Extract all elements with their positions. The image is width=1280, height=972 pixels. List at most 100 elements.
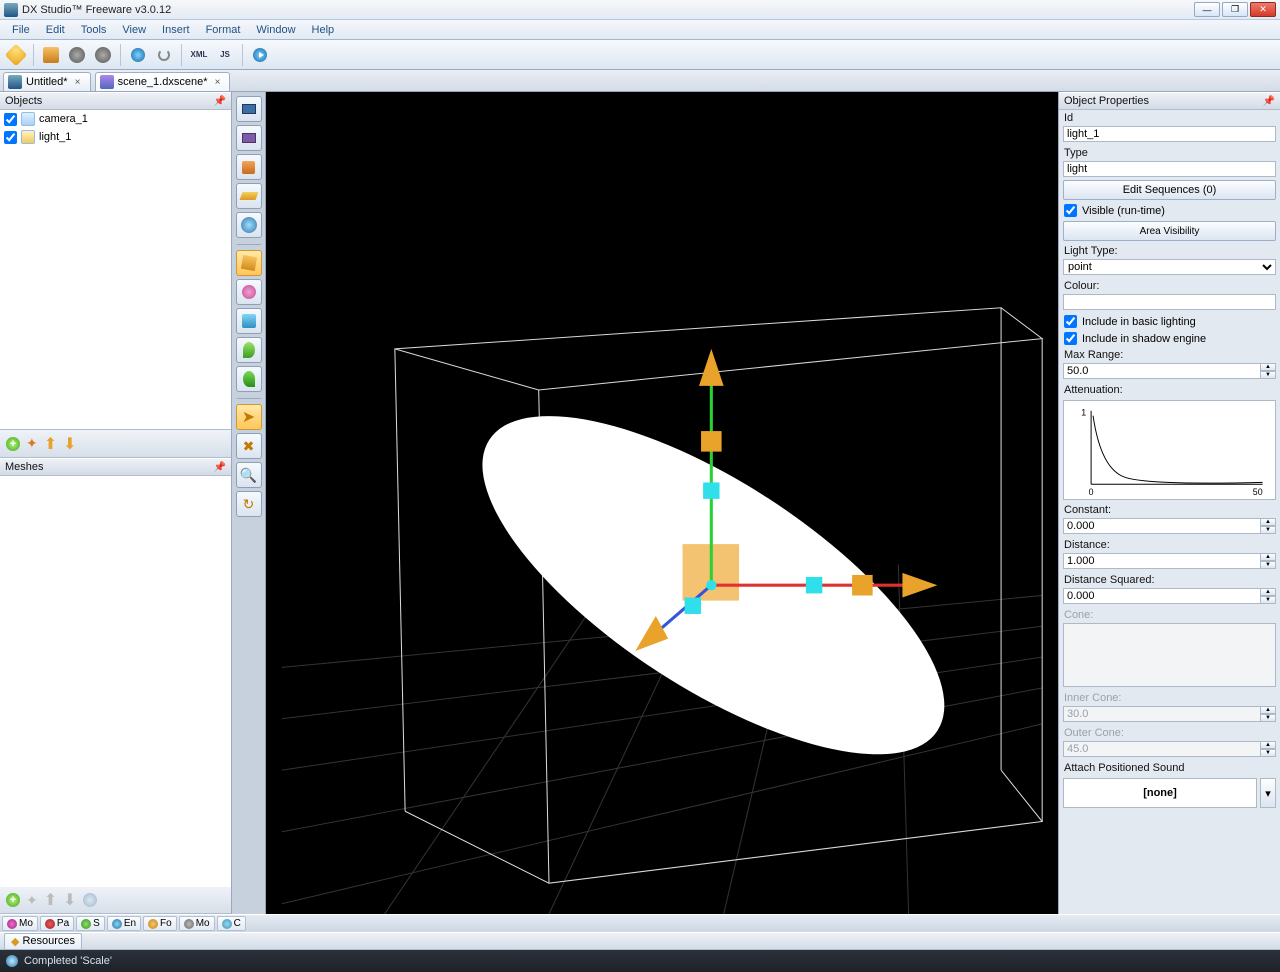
minimize-button[interactable]: — — [1194, 2, 1220, 17]
vtool-select-arrow-icon[interactable]: ➤ — [236, 404, 262, 430]
vtool-monitor-icon[interactable] — [236, 125, 262, 151]
id-field[interactable] — [1063, 126, 1276, 142]
object-visibility-checkbox[interactable] — [4, 113, 17, 126]
toolbar-separator — [120, 44, 121, 66]
distance-sq-field[interactable]: ▲▼ — [1063, 588, 1276, 604]
toolbar-gear1-icon[interactable] — [65, 43, 89, 67]
chevron-down-icon[interactable]: ▾ — [1260, 778, 1276, 808]
resources-icon: ◆ — [11, 935, 19, 948]
btab-item[interactable]: C — [217, 916, 246, 931]
add-object-icon[interactable]: + — [6, 437, 20, 451]
distance-field[interactable]: ▲▼ — [1063, 553, 1276, 569]
btab-item[interactable]: Mo — [179, 916, 215, 931]
object-row[interactable]: camera_1 — [0, 110, 231, 128]
bottom-tab-strip: Mo Pa S En Fo Mo C — [0, 914, 1280, 932]
menu-help[interactable]: Help — [304, 22, 343, 38]
spinner[interactable]: ▲▼ — [1260, 588, 1276, 604]
toolbar-wand-icon[interactable] — [4, 43, 28, 67]
toolbar-globe-icon[interactable] — [126, 43, 150, 67]
vtool-globe-icon[interactable] — [236, 212, 262, 238]
colour-swatch[interactable] — [1063, 294, 1276, 310]
toolbar-box-icon[interactable] — [39, 43, 63, 67]
globe-icon[interactable] — [83, 893, 97, 907]
add-mesh-icon[interactable]: + — [6, 893, 20, 907]
vtool-leaf2-icon[interactable] — [236, 366, 262, 392]
toolbar-xml-icon[interactable]: XML — [187, 43, 211, 67]
meshes-toolbar: + ✦ ⬆ ⬇ — [0, 886, 231, 914]
svg-text:0: 0 — [1089, 487, 1094, 497]
include-shadow-checkbox[interactable] — [1064, 332, 1077, 345]
toolbar-play-icon[interactable] — [248, 43, 272, 67]
menu-file[interactable]: File — [4, 22, 38, 38]
vtool-move-icon[interactable]: ✖ — [236, 433, 262, 459]
toolbar-refresh-icon[interactable] — [152, 43, 176, 67]
workspace: Objects 📌 camera_1 light_1 + ✦ ⬆ ⬇ Meshe… — [0, 92, 1280, 914]
include-basic-checkbox[interactable] — [1064, 315, 1077, 328]
pin-icon[interactable]: 📌 — [1263, 96, 1275, 107]
light-icon — [21, 130, 35, 144]
close-icon[interactable]: × — [72, 76, 84, 88]
menu-view[interactable]: View — [114, 22, 154, 38]
toolbar-js-icon[interactable]: JS — [213, 43, 237, 67]
vtool-cube-icon[interactable] — [236, 250, 262, 276]
resources-tab[interactable]: ◆ Resources — [4, 933, 82, 950]
menu-format[interactable]: Format — [198, 22, 249, 38]
close-button[interactable]: ✕ — [1250, 2, 1276, 17]
spinner[interactable]: ▲▼ — [1260, 363, 1276, 379]
colour-label: Colour: — [1059, 278, 1280, 294]
vtool-package-icon[interactable] — [236, 154, 262, 180]
tool-icon[interactable]: ✦ — [26, 892, 38, 909]
area-visibility-button[interactable]: Area Visibility — [1063, 221, 1276, 241]
maximize-button[interactable]: ❐ — [1222, 2, 1248, 17]
vtool-sphere-icon[interactable] — [236, 279, 262, 305]
menu-insert[interactable]: Insert — [154, 22, 198, 38]
pin-icon[interactable]: 📌 — [214, 96, 226, 107]
spinner: ▲▼ — [1260, 741, 1276, 757]
toolbar-gear2-icon[interactable] — [91, 43, 115, 67]
btab-item[interactable]: En — [107, 916, 141, 931]
object-row[interactable]: light_1 — [0, 128, 231, 146]
attenuation-graph[interactable]: 1 0 50 — [1063, 400, 1276, 500]
arrow-up-icon[interactable]: ⬆ — [44, 434, 57, 454]
arrow-up-icon[interactable]: ⬆ — [44, 890, 57, 910]
spinner: ▲▼ — [1260, 706, 1276, 722]
vtool-screen-icon[interactable] — [236, 96, 262, 122]
objects-header[interactable]: Objects 📌 — [0, 92, 231, 110]
btab-item[interactable]: Mo — [2, 916, 38, 931]
vtool-leaf-icon[interactable] — [236, 337, 262, 363]
meshes-header[interactable]: Meshes 📌 — [0, 458, 231, 476]
btab-item[interactable]: S — [76, 916, 105, 931]
menubar: File Edit Tools View Insert Format Windo… — [0, 20, 1280, 40]
menu-tools[interactable]: Tools — [73, 22, 115, 38]
btab-item[interactable]: Fo — [143, 916, 177, 931]
document-tabs: Untitled* × scene_1.dxscene* × — [0, 70, 1280, 92]
vtool-zoom-icon[interactable]: 🔍 — [236, 462, 262, 488]
close-icon[interactable]: × — [211, 76, 223, 88]
visible-runtime-checkbox[interactable] — [1064, 204, 1077, 217]
arrow-down-icon[interactable]: ⬇ — [63, 434, 76, 454]
include-basic-label: Include in basic lighting — [1082, 316, 1196, 328]
max-range-field[interactable]: ▲▼ — [1063, 363, 1276, 379]
vtool-box2-icon[interactable] — [236, 308, 262, 334]
btab-item[interactable]: Pa — [40, 916, 74, 931]
spinner[interactable]: ▲▼ — [1260, 518, 1276, 534]
properties-header[interactable]: Object Properties 📌 — [1059, 92, 1280, 110]
tab-scene1[interactable]: scene_1.dxscene* × — [95, 72, 231, 91]
type-field[interactable] — [1063, 161, 1276, 177]
tab-untitled[interactable]: Untitled* × — [3, 72, 91, 91]
vtool-plane-icon[interactable] — [236, 183, 262, 209]
object-visibility-checkbox[interactable] — [4, 131, 17, 144]
pin-icon[interactable]: 📌 — [214, 462, 226, 473]
light-type-select[interactable]: point — [1063, 259, 1276, 275]
tool-icon[interactable]: ✦ — [26, 435, 38, 452]
vtool-rotate-icon[interactable]: ↻ — [236, 491, 262, 517]
menu-window[interactable]: Window — [248, 22, 303, 38]
3d-viewport[interactable] — [266, 92, 1058, 914]
spinner[interactable]: ▲▼ — [1260, 553, 1276, 569]
edit-sequences-button[interactable]: Edit Sequences (0) — [1063, 180, 1276, 200]
constant-field[interactable]: ▲▼ — [1063, 518, 1276, 534]
menu-edit[interactable]: Edit — [38, 22, 73, 38]
attach-sound-drop[interactable]: [none] ▾ — [1063, 778, 1276, 808]
arrow-down-icon[interactable]: ⬇ — [63, 890, 76, 910]
objects-list: camera_1 light_1 — [0, 110, 231, 430]
